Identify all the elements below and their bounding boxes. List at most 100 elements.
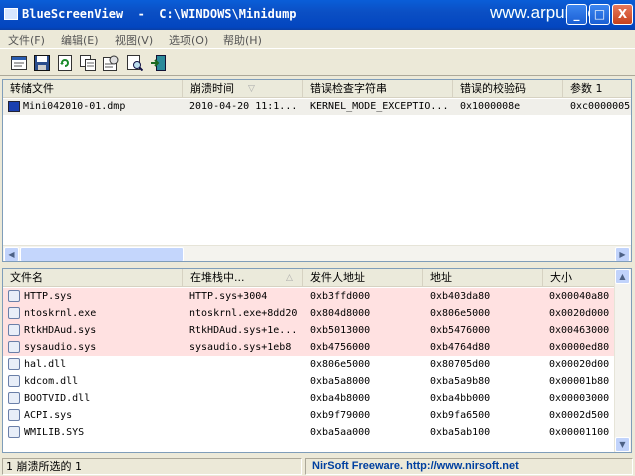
status-bar: 1 崩溃所选的 1 NirSoft Freeware. http://www.n… (0, 456, 635, 476)
cell-to-address: 0xb4764d80 (430, 342, 491, 353)
column-dump-file[interactable]: 转储文件 (3, 80, 183, 98)
driver-row[interactable]: BOOTVID.dll 0xba4b8000 0xba4bb000 0x0000300… (3, 390, 631, 407)
cell-from-address: 0xba5aa000 (310, 427, 371, 438)
scroll-thumb[interactable] (20, 247, 184, 261)
cell-from-address: 0xb4756000 (310, 342, 371, 353)
dump-file-icon (8, 101, 20, 112)
cell-from-address: 0xb9f79000 (310, 410, 371, 421)
cell-filename: kdcom.dll (24, 376, 79, 387)
cell-size: 0x00001b80 (549, 376, 610, 387)
find-icon[interactable] (126, 54, 144, 72)
scroll-up-button[interactable]: ▲ (615, 269, 630, 284)
cell-in-stack: sysaudio.sys+1eb8 (189, 342, 292, 353)
close-button[interactable]: X (612, 4, 633, 25)
cell-to-address: 0xb5476000 (430, 325, 491, 336)
cell-size: 0x00001100 (549, 427, 610, 438)
cell-filename: BOOTVID.dll (24, 393, 91, 404)
cell-filename: ACPI.sys (24, 410, 73, 421)
driver-row[interactable]: ACPI.sys 0xb9f79000 0xb9fa6500 0x0002d500 (3, 407, 631, 424)
column-in-stack[interactable]: 在堆栈中... △ (183, 269, 303, 287)
cell-size: 0x0000ed80 (549, 342, 610, 353)
column-parameter-1[interactable]: 参数 1 (563, 80, 631, 98)
cell-filename: ntoskrnl.exe (24, 308, 97, 319)
cell-bug-check-string: KERNEL_MODE_EXCEPTIO... (310, 101, 449, 112)
cell-to-address: 0xb403da80 (430, 291, 491, 302)
driver-file-icon (8, 358, 20, 370)
cell-filename: HTTP.sys (24, 291, 73, 302)
exit-icon[interactable] (149, 54, 167, 72)
driver-row[interactable]: ntoskrnl.exe ntoskrnl.exe+8dd20 0x804d8000… (3, 305, 631, 322)
app-icon (4, 8, 18, 20)
cell-dump-file: Mini042010-01.dmp (23, 101, 126, 112)
cell-from-address: 0x806e5000 (310, 359, 371, 370)
menu-help[interactable]: 帮助(H) (223, 32, 262, 48)
cell-filename: WMILIB.SYS (24, 427, 85, 438)
column-crash-time[interactable]: 崩溃时间 ▽ (183, 80, 303, 98)
column-crash-time-label: 崩溃时间 (190, 82, 234, 95)
cell-crash-time: 2010-04-20 11:1... (189, 101, 298, 112)
driver-file-icon (8, 409, 20, 421)
properties-icon[interactable] (102, 54, 120, 72)
status-credit-link[interactable]: NirSoft Freeware. http://www.nirsoft.net (305, 458, 633, 475)
status-count: 1 崩溃所选的 1 (2, 458, 302, 475)
cell-in-stack: HTTP.sys+3004 (189, 291, 268, 302)
driver-list-vscrollbar[interactable]: ▲ ▼ (614, 269, 631, 452)
cell-bug-check-code: 0x1000008e (460, 101, 521, 112)
column-size[interactable]: 大小 (543, 269, 616, 287)
cell-size: 0x00020d00 (549, 359, 610, 370)
save-icon[interactable] (33, 54, 51, 72)
cell-in-stack: ntoskrnl.exe+8dd20 (189, 308, 298, 319)
driver-row[interactable]: kdcom.dll 0xba5a8000 0xba5a9b80 0x00001b80 (3, 373, 631, 390)
cell-to-address: 0xba4bb000 (430, 393, 491, 404)
column-filename[interactable]: 文件名 (3, 269, 183, 287)
cell-from-address: 0xb3ffd000 (310, 291, 371, 302)
cell-from-address: 0xba4b8000 (310, 393, 371, 404)
driver-file-icon (8, 426, 20, 438)
cell-in-stack: RtkHDAud.sys+1e... (189, 325, 298, 336)
crash-list-pane: 转储文件 崩溃时间 ▽ 错误检查字符串 错误的校验码 参数 1 Mini04201… (2, 79, 632, 262)
column-bug-check-string[interactable]: 错误检查字符串 (303, 80, 453, 98)
cell-to-address: 0xba5ab100 (430, 427, 491, 438)
copy-icon[interactable] (79, 54, 97, 72)
driver-row[interactable]: hal.dll 0x806e5000 0x80705d00 0x00020d00 (3, 356, 631, 373)
scroll-left-button[interactable]: ◀ (4, 247, 19, 261)
driver-row[interactable]: sysaudio.sys sysaudio.sys+1eb8 0xb4756000 0… (3, 339, 631, 356)
driver-file-icon (8, 290, 20, 302)
menu-bar: 文件(F) 编辑(E) 视图(V) 选项(O) 帮助(H) (0, 30, 635, 48)
column-in-stack-label: 在堆栈中... (190, 271, 245, 284)
cell-to-address: 0xba5a9b80 (430, 376, 491, 387)
cell-size: 0x00463000 (549, 325, 610, 336)
scroll-down-button[interactable]: ▼ (615, 437, 630, 452)
cell-filename: sysaudio.sys (24, 342, 97, 353)
driver-row[interactable]: WMILIB.SYS 0xba5aa000 0xba5ab100 0x00001100 (3, 424, 631, 441)
menu-file[interactable]: 文件(F) (8, 32, 45, 48)
crash-list-header: 转储文件 崩溃时间 ▽ 错误检查字符串 错误的校验码 参数 1 (3, 80, 631, 98)
column-from-address[interactable]: 发件人地址 (303, 269, 423, 287)
refresh-icon[interactable] (56, 54, 74, 72)
cell-to-address: 0x80705d00 (430, 359, 491, 370)
sort-arrow-icon: ▽ (248, 84, 255, 94)
menu-options[interactable]: 选项(O) (169, 32, 208, 48)
driver-file-icon (8, 375, 20, 387)
menu-view[interactable]: 视图(V) (115, 32, 153, 48)
html-report-icon[interactable] (10, 54, 28, 72)
cell-from-address: 0xb5013000 (310, 325, 371, 336)
cell-size: 0x0020d000 (549, 308, 610, 319)
cell-from-address: 0xba5a8000 (310, 376, 371, 387)
scroll-right-button[interactable]: ▶ (615, 247, 630, 261)
driver-file-icon (8, 307, 20, 319)
crash-row[interactable]: Mini042010-01.dmp 2010-04-20 11:1... KERNE… (3, 99, 631, 115)
driver-row[interactable]: RtkHDAud.sys RtkHDAud.sys+1e... 0xb5013000… (3, 322, 631, 339)
title-bar: BlueScreenView - C:\WINDOWS\Minidump www… (0, 0, 635, 30)
driver-file-icon (8, 392, 20, 404)
cell-parameter-1: 0xc0000005 (570, 101, 631, 112)
cell-filename: hal.dll (24, 359, 67, 370)
menu-edit[interactable]: 编辑(E) (61, 32, 99, 48)
maximize-button[interactable]: □ (589, 4, 610, 25)
crash-list-scrollbar[interactable]: ◀ ▶ (3, 245, 631, 261)
driver-row[interactable]: HTTP.sys HTTP.sys+3004 0xb3ffd000 0xb403da8… (3, 288, 631, 305)
column-bug-check-code[interactable]: 错误的校验码 (453, 80, 563, 98)
minimize-button[interactable]: _ (566, 4, 587, 25)
driver-file-icon (8, 341, 20, 353)
column-to-address[interactable]: 地址 (423, 269, 543, 287)
